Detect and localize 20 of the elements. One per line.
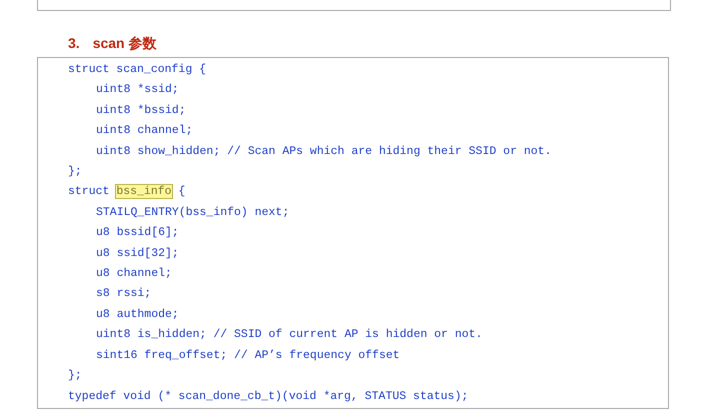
code-line: STAILQ_ENTRY(bss_info) next;	[95, 204, 290, 221]
code-line: struct scan_config {	[67, 62, 208, 78]
code-line: struct bss_info {	[67, 184, 186, 200]
code-line: u8 bssid[6];	[95, 225, 180, 242]
section-title: scan 参数	[92, 35, 156, 53]
code-line: };	[67, 368, 83, 384]
code-line: uint8 is_hidden; // SSID of current AP is hidden or not.	[95, 327, 484, 344]
section-number: 3.	[68, 35, 80, 53]
code-line: u8 ssid[32];	[95, 246, 180, 262]
code-line: u8 authmode;	[95, 306, 180, 323]
code-line: uint8 *bssid;	[95, 102, 187, 119]
code-line: };	[67, 164, 83, 180]
code-line: sint16 freq_offset; // AP’s frequency offset	[95, 348, 401, 364]
code-line: s8 rssi;	[95, 286, 152, 302]
code-line: uint8 channel;	[95, 123, 194, 140]
highlighted-word: bss_info	[116, 185, 172, 198]
code-line: uint8 *ssid;	[95, 82, 180, 98]
code-line: u8 channel;	[95, 266, 173, 282]
code-line: typedef void (* scan_done_cb_t)(void *arg, STATUS status);	[67, 388, 470, 404]
code-line: uint8 show_hidden; // Scan APs which are hiding their SSID or not.	[95, 144, 552, 160]
